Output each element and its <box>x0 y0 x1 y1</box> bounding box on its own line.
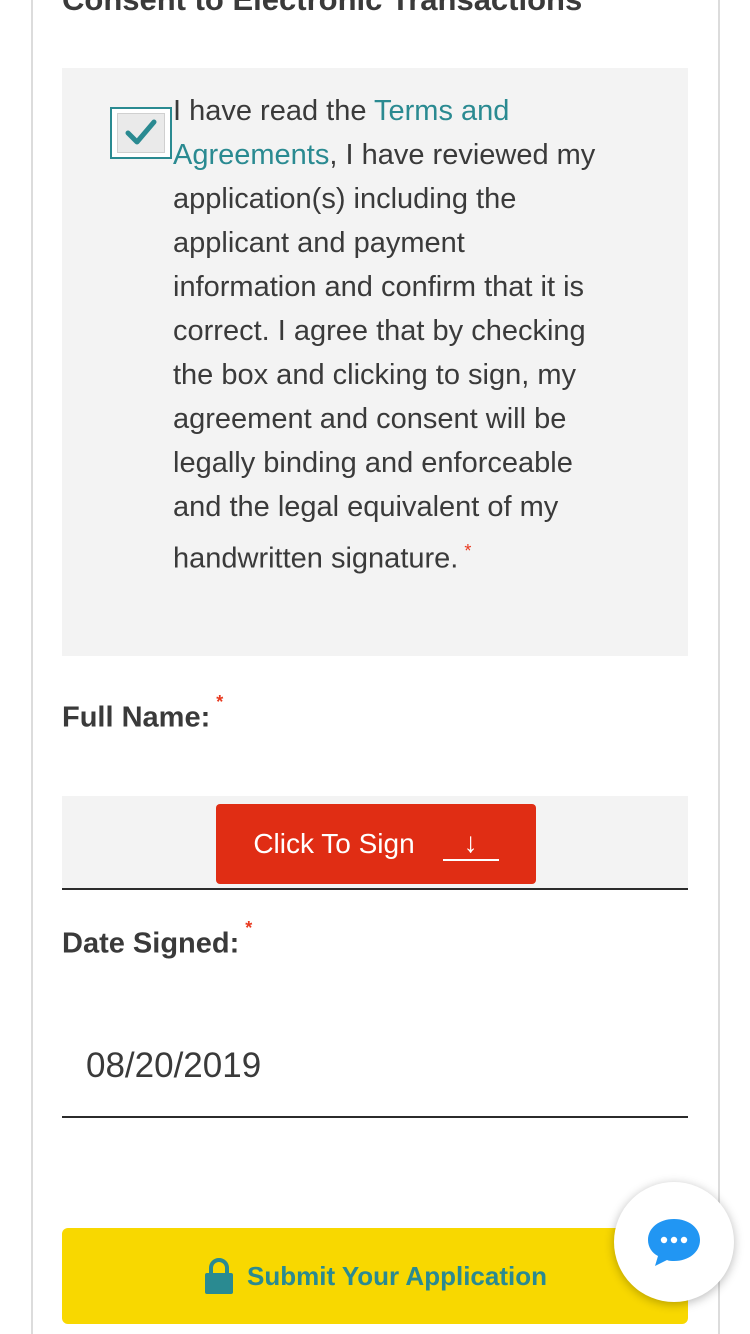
date-signed-label: Date Signed: * <box>62 918 252 961</box>
required-marker: * <box>216 692 224 712</box>
full-name-label: Full Name: * <box>62 692 223 735</box>
consent-text-after: , I have reviewed my application(s) incl… <box>173 139 596 575</box>
date-signed-value: 08/20/2019 <box>86 1046 262 1085</box>
sign-button-label: Click To Sign <box>253 828 415 859</box>
chat-bubble-icon <box>648 1219 700 1266</box>
section-title: Consent to Electronic Transactions <box>62 0 582 18</box>
required-marker: * <box>464 541 472 561</box>
consent-text-before: I have read the <box>173 95 375 127</box>
click-to-sign-button[interactable]: Click To Sign ↓ <box>216 804 536 884</box>
submit-application-button[interactable]: Submit Your Application <box>62 1228 688 1324</box>
consent-checkbox[interactable] <box>110 107 172 159</box>
arrow-down-icon: ↓ <box>442 827 499 861</box>
lock-icon <box>205 1258 234 1294</box>
date-signed-label-text: Date Signed: <box>62 927 240 960</box>
required-marker: * <box>245 918 253 938</box>
chat-launcher-button[interactable] <box>614 1182 734 1302</box>
submit-label: Submit Your Application <box>247 1260 547 1291</box>
consent-text: I have read the Terms and Agreements, I … <box>173 89 613 581</box>
checkbox-fill <box>117 113 165 153</box>
checkmark-icon <box>125 119 157 145</box>
date-signed-field[interactable]: 08/20/2019 <box>62 1030 688 1118</box>
full-name-label-text: Full Name: <box>62 701 211 734</box>
page: Consent to Electronic Transactions I hav… <box>0 0 750 1334</box>
